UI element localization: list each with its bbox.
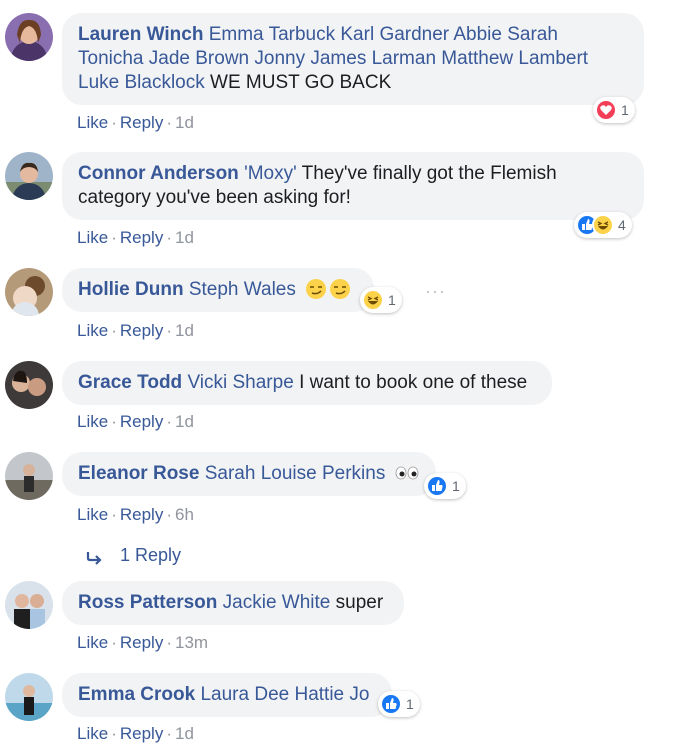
like-link[interactable]: Like bbox=[77, 724, 108, 743]
avatar[interactable] bbox=[5, 152, 53, 200]
comment-bubble: Emma Crook Laura Dee Hattie Jo bbox=[62, 673, 392, 717]
comment-bubble: Lauren Winch Emma Tarbuck Karl Gardner A… bbox=[62, 13, 644, 105]
eyes-emoji-icon bbox=[395, 463, 419, 480]
reactions-badge[interactable]: 4 bbox=[574, 212, 632, 238]
like-link[interactable]: Like bbox=[77, 321, 108, 340]
reply-link[interactable]: Reply bbox=[120, 633, 163, 652]
avatar[interactable] bbox=[5, 268, 53, 316]
reply-link[interactable]: Reply bbox=[120, 321, 163, 340]
avatar[interactable] bbox=[5, 581, 53, 629]
view-replies-link[interactable]: 1 Reply bbox=[86, 545, 181, 566]
reactions-badge[interactable]: 1 bbox=[360, 287, 402, 313]
reply-link[interactable]: Reply bbox=[120, 505, 163, 524]
comment-author[interactable]: Emma Crook bbox=[78, 684, 195, 705]
timestamp[interactable]: 1d bbox=[175, 321, 194, 340]
comment-author[interactable]: Grace Todd bbox=[78, 372, 182, 393]
smirk-emoji-icon bbox=[329, 278, 351, 300]
reaction-count: 4 bbox=[618, 217, 626, 233]
reaction-count: 1 bbox=[388, 292, 396, 308]
avatar[interactable] bbox=[5, 673, 53, 721]
like-link[interactable]: Like bbox=[77, 633, 108, 652]
comment-mentions[interactable]: Steph Wales bbox=[189, 279, 296, 300]
reaction-count: 1 bbox=[621, 102, 629, 118]
comment-author[interactable]: Connor Anderson bbox=[78, 163, 239, 184]
comment-mentions[interactable]: Jackie White bbox=[223, 592, 331, 613]
reaction-count: 1 bbox=[406, 696, 414, 712]
reply-link[interactable]: Reply bbox=[120, 228, 163, 247]
avatar[interactable] bbox=[5, 452, 53, 500]
comment-actions: Like · Reply · 1d bbox=[77, 724, 194, 743]
timestamp[interactable]: 1d bbox=[175, 228, 194, 247]
comment-bubble: Connor Anderson 'Moxy' They've finally g… bbox=[62, 152, 644, 220]
reply-arrow-icon bbox=[86, 549, 104, 565]
comment-actions: Like · Reply · 1d bbox=[77, 412, 194, 431]
comment-author[interactable]: Hollie Dunn bbox=[78, 279, 184, 300]
comment-mentions[interactable]: 'Moxy' bbox=[244, 163, 297, 184]
comment-actions: Like · Reply · 1d bbox=[77, 321, 194, 340]
thumbs-up-icon bbox=[380, 693, 402, 715]
like-link[interactable]: Like bbox=[77, 228, 108, 247]
comment-bubble: Grace Todd Vicki Sharpe I want to book o… bbox=[62, 361, 552, 405]
comment-text: super bbox=[335, 592, 384, 613]
reply-link[interactable]: Reply bbox=[120, 412, 163, 431]
comment-mentions[interactable]: Sarah Louise Perkins bbox=[205, 463, 386, 484]
comment-actions: Like · Reply · 1d bbox=[77, 113, 194, 132]
comment-actions: Like · Reply · 13m bbox=[77, 633, 209, 652]
timestamp[interactable]: 6h bbox=[175, 505, 194, 524]
reply-link[interactable]: Reply bbox=[120, 724, 163, 743]
reactions-badge[interactable]: 1 bbox=[378, 691, 420, 717]
replies-count-label[interactable]: 1 Reply bbox=[120, 545, 181, 566]
heart-icon bbox=[595, 99, 617, 121]
thumbs-up-icon bbox=[426, 475, 448, 497]
comment-bubble: Ross Patterson Jackie White super bbox=[62, 581, 404, 625]
more-options-icon[interactable]: ··· bbox=[425, 281, 446, 302]
comment-author[interactable]: Eleanor Rose bbox=[78, 463, 199, 484]
comment-text: I want to book one of these bbox=[299, 372, 528, 393]
timestamp[interactable]: 13m bbox=[175, 633, 208, 652]
timestamp[interactable]: 1d bbox=[175, 412, 194, 431]
reactions-badge[interactable]: 1 bbox=[593, 97, 635, 123]
avatar[interactable] bbox=[5, 361, 53, 409]
like-link[interactable]: Like bbox=[77, 412, 108, 431]
laughing-emoji-icon bbox=[362, 289, 384, 311]
reply-link[interactable]: Reply bbox=[120, 113, 163, 132]
smirk-emoji-icon bbox=[305, 278, 327, 300]
laughing-emoji-icon bbox=[592, 214, 614, 236]
comment-bubble: Eleanor Rose Sarah Louise Perkins bbox=[62, 452, 436, 496]
like-link[interactable]: Like bbox=[77, 505, 108, 524]
comment-bubble: Hollie Dunn Steph Wales bbox=[62, 268, 374, 312]
reaction-count: 1 bbox=[452, 478, 460, 494]
comment-author[interactable]: Ross Patterson bbox=[78, 592, 217, 613]
timestamp[interactable]: 1d bbox=[175, 724, 194, 743]
like-link[interactable]: Like bbox=[77, 113, 108, 132]
reactions-badge[interactable]: 1 bbox=[424, 473, 466, 499]
avatar[interactable] bbox=[5, 13, 53, 61]
timestamp[interactable]: 1d bbox=[175, 113, 194, 132]
comment-actions: Like · Reply · 6h bbox=[77, 505, 194, 524]
comment-author[interactable]: Lauren Winch bbox=[78, 24, 203, 45]
comment-actions: Like · Reply · 1d bbox=[77, 228, 194, 247]
comment-text: WE MUST GO BACK bbox=[210, 72, 392, 93]
comment-mentions[interactable]: Laura Dee Hattie Jo bbox=[200, 684, 369, 705]
comment-mentions[interactable]: Vicki Sharpe bbox=[187, 372, 293, 393]
